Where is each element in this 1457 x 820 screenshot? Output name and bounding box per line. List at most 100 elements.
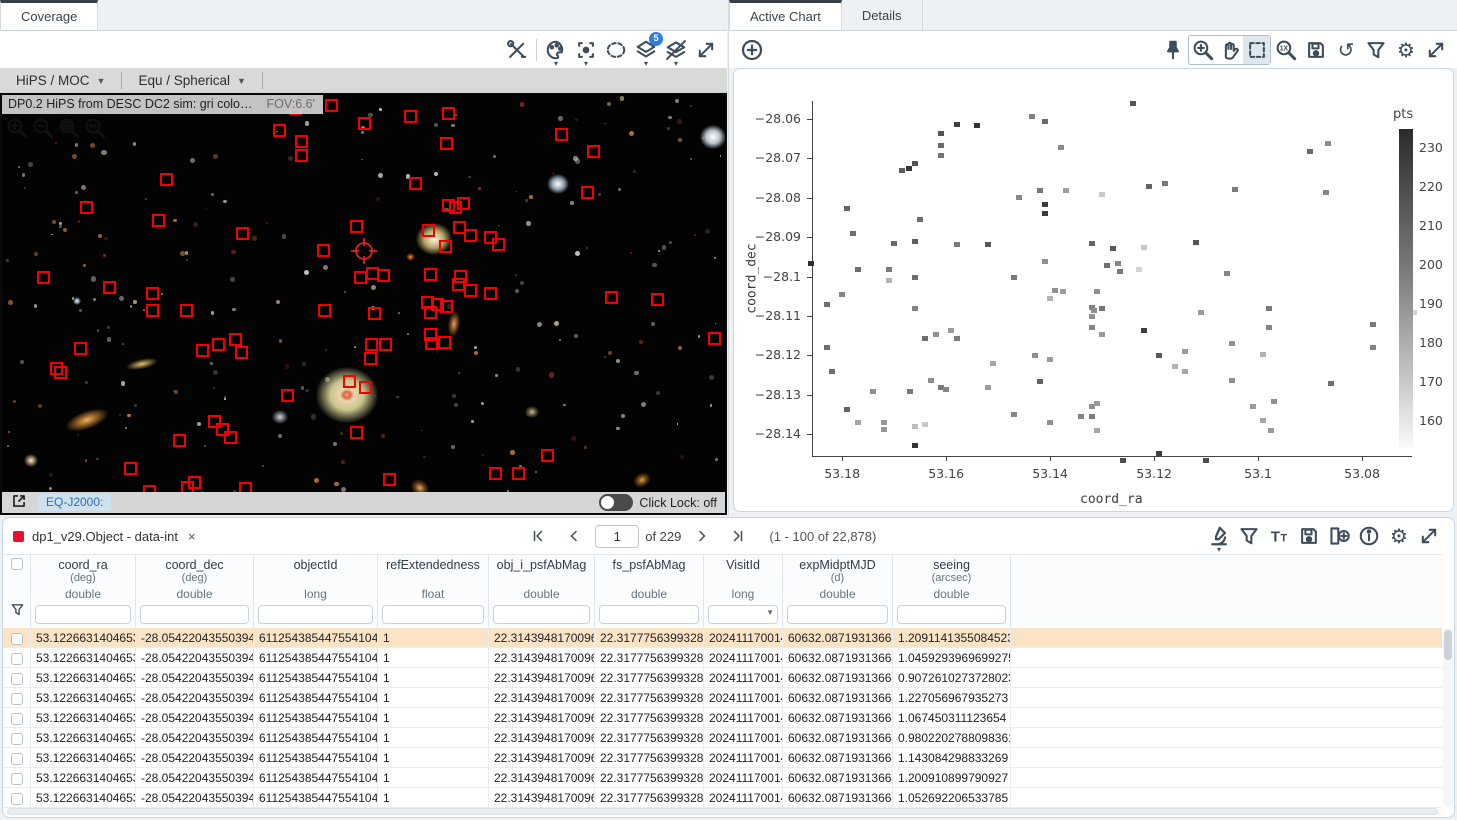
catalog-marker[interactable]	[124, 462, 137, 475]
ellipse-select-icon[interactable]	[601, 36, 631, 64]
heatmap-chart[interactable]: −28.06−28.07−28.08−28.09−28.1−28.11−28.1…	[733, 68, 1454, 512]
add-column-icon[interactable]	[1324, 522, 1354, 550]
catalog-marker[interactable]	[188, 476, 201, 489]
catalog-marker[interactable]	[295, 135, 308, 148]
zoom-in-button[interactable]	[4, 115, 30, 141]
catalog-marker[interactable]	[409, 177, 422, 190]
table-row[interactable]: 53.12266314046538-28.0542204355039476112…	[3, 768, 1442, 788]
zoom-mag-icon[interactable]	[1189, 36, 1216, 64]
prev-page-button[interactable]	[559, 522, 589, 550]
catalog-marker[interactable]	[492, 238, 505, 251]
catalog-marker[interactable]	[424, 306, 437, 319]
catalog-marker[interactable]	[239, 482, 252, 492]
catalog-marker[interactable]	[377, 269, 390, 282]
catalog-marker[interactable]	[587, 145, 600, 158]
filter-icon[interactable]	[1234, 522, 1264, 550]
column-header-expMidptMJD[interactable]: expMidptMJD (d) double	[783, 555, 893, 628]
row-checkbox[interactable]	[11, 753, 23, 765]
catalog-marker[interactable]	[425, 337, 438, 350]
first-page-button[interactable]	[523, 522, 553, 550]
catalog-marker[interactable]	[224, 431, 237, 444]
next-page-button[interactable]	[687, 522, 717, 550]
open-in-icon[interactable]	[10, 492, 28, 513]
catalog-marker[interactable]	[160, 173, 173, 186]
column-header-coord_dec[interactable]: coord_dec (deg) double	[136, 555, 254, 628]
column-filter-input-fs_psfAbMag[interactable]	[599, 605, 699, 624]
catalog-marker[interactable]	[484, 287, 497, 300]
row-checkbox[interactable]	[11, 693, 23, 705]
catalog-marker[interactable]	[37, 271, 50, 284]
row-checkbox[interactable]	[11, 633, 23, 645]
zoom-fill-button[interactable]	[82, 115, 108, 141]
column-filter-input-coord_ra[interactable]	[35, 605, 131, 624]
filter-icon[interactable]	[10, 602, 25, 622]
tab-details[interactable]: Details	[842, 0, 923, 30]
settings-icon[interactable]: ⚙	[1384, 522, 1414, 550]
hips-moc-dropdown[interactable]: HiPS / MOC ▼	[0, 68, 121, 93]
layers-off-icon[interactable]: ▾	[661, 36, 691, 64]
table-row[interactable]: 53.12266314046538-28.0542204355039476112…	[3, 708, 1442, 728]
info-icon[interactable]	[1354, 522, 1384, 550]
table-row[interactable]: 53.12266314046538-28.0542204355039476112…	[3, 788, 1442, 808]
row-checkbox[interactable]	[11, 713, 23, 725]
catalog-marker[interactable]	[581, 186, 594, 199]
catalog-marker[interactable]	[383, 473, 396, 486]
column-filter-input-expMidptMJD[interactable]	[787, 605, 888, 624]
column-filter-input-obj_i_psfAbMag[interactable]	[493, 605, 590, 624]
projection-dropdown[interactable]: Equ / Spherical ▼	[122, 68, 261, 93]
catalog-marker[interactable]	[235, 346, 248, 359]
horizontal-scrollbar[interactable]	[7, 808, 1438, 815]
row-checkbox[interactable]	[11, 673, 23, 685]
catalog-marker[interactable]	[295, 149, 308, 162]
text-view-icon[interactable]: TT	[1264, 522, 1294, 550]
close-icon[interactable]: ×	[188, 529, 196, 544]
catalog-marker[interactable]	[359, 381, 372, 394]
catalog-marker[interactable]	[439, 240, 452, 253]
column-filter-input-seeing[interactable]	[897, 605, 1006, 624]
table-title[interactable]: dp1_v29.Object - data-int	[32, 529, 178, 544]
catalog-marker[interactable]	[368, 307, 381, 320]
tools-icon[interactable]	[502, 36, 532, 64]
row-checkbox[interactable]	[11, 793, 23, 805]
catalog-marker[interactable]	[651, 293, 664, 306]
pan-hand-icon[interactable]	[1216, 36, 1243, 64]
column-header-obj_i_psfAbMag[interactable]: obj_i_psfAbMag double	[489, 555, 595, 628]
save-icon[interactable]	[1301, 36, 1331, 64]
catalog-marker[interactable]	[343, 375, 356, 388]
catalog-marker[interactable]	[80, 201, 93, 214]
catalog-marker[interactable]	[146, 287, 159, 300]
catalog-marker[interactable]	[457, 197, 470, 210]
catalog-marker[interactable]	[146, 304, 159, 317]
row-checkbox[interactable]	[11, 653, 23, 665]
catalog-marker[interactable]	[350, 220, 363, 233]
column-filter-input-objectId[interactable]	[258, 605, 373, 624]
zoom-1x-icon[interactable]: 1X	[1271, 36, 1301, 64]
page-number-input[interactable]	[595, 525, 639, 548]
catalog-marker[interactable]	[438, 336, 451, 349]
catalog-marker[interactable]	[317, 244, 330, 257]
column-header-fs_psfAbMag[interactable]: fs_psfAbMag double	[595, 555, 704, 628]
catalog-marker[interactable]	[350, 426, 363, 439]
catalog-marker[interactable]	[273, 124, 286, 137]
recenter-icon[interactable]: ▾	[571, 36, 601, 64]
column-filter-input-coord_dec[interactable]	[140, 605, 249, 624]
catalog-marker[interactable]	[180, 304, 193, 317]
catalog-marker[interactable]	[229, 333, 242, 346]
table-row[interactable]: 53.12266314046538-28.0542204355039476112…	[3, 628, 1442, 648]
catalog-marker[interactable]	[442, 107, 455, 120]
catalog-marker[interactable]	[541, 449, 554, 462]
column-header-objectId[interactable]: objectId long	[254, 555, 378, 628]
catalog-marker[interactable]	[708, 332, 721, 345]
catalog-marker[interactable]	[379, 338, 392, 351]
catalog-marker[interactable]	[74, 342, 87, 355]
pin-icon[interactable]	[1158, 36, 1188, 64]
catalog-marker[interactable]	[152, 214, 165, 227]
layers-icon[interactable]: 5▾	[631, 36, 661, 64]
save-icon[interactable]	[1294, 522, 1324, 550]
catalog-marker[interactable]	[489, 467, 502, 480]
column-header-seeing[interactable]: seeing (arcsec) double	[893, 555, 1011, 628]
catalog-marker[interactable]	[281, 389, 294, 402]
catalog-marker[interactable]	[196, 344, 209, 357]
tab-coverage[interactable]: Coverage	[0, 0, 98, 30]
vertical-scrollbar[interactable]	[1443, 628, 1453, 807]
